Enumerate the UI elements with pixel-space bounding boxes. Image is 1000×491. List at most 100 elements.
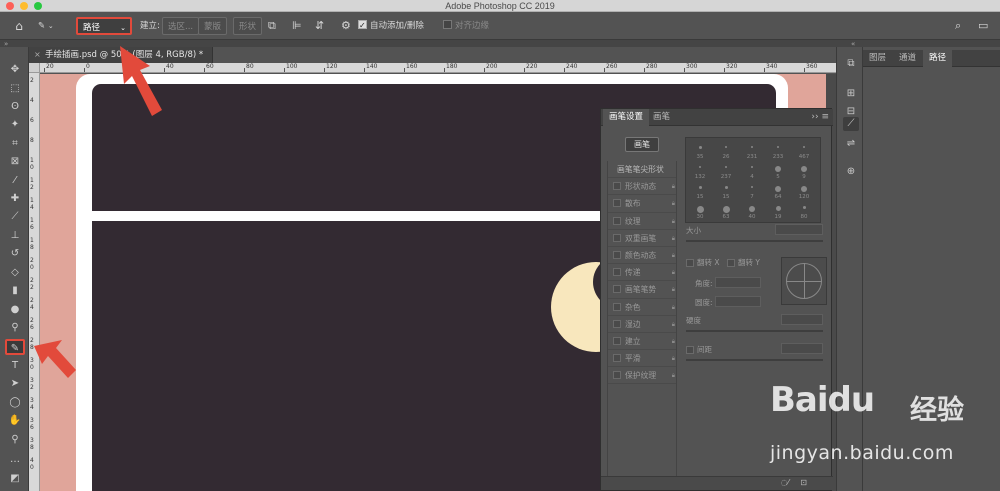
libraries-panel-icon[interactable]: ⊞ (843, 87, 859, 101)
ellipse-tool-icon[interactable]: ◯ (5, 395, 25, 411)
path-operations-icon[interactable]: ⧉ (268, 17, 276, 35)
path-arrangement-icon[interactable]: ⇵ (315, 17, 324, 35)
brush-option-item[interactable]: 颜色动态 🔒︎ (607, 247, 677, 265)
brush-tip-preview[interactable] (724, 186, 728, 189)
tab-brush-settings[interactable]: 画笔设置 (603, 109, 650, 126)
brush-tip-preview[interactable] (696, 206, 704, 213)
dodge-tool-icon[interactable]: ⚲ (5, 320, 25, 336)
auto-add-delete-checkbox[interactable]: 自动添加/删除 (358, 17, 424, 35)
tab-channels[interactable]: 通道 (893, 50, 922, 67)
brush-tip-preview[interactable] (777, 146, 779, 148)
brushes-button[interactable]: 画笔 (625, 137, 659, 152)
lock-icon[interactable]: 🔒︎ (672, 350, 675, 367)
properties-panel-icon[interactable]: ⇌ (843, 137, 859, 151)
brush-tip-preview[interactable] (751, 166, 753, 168)
brush-option-item[interactable]: 保护纹理 🔒︎ (607, 367, 677, 385)
eyedropper-tool-icon[interactable]: ⁄ (5, 173, 25, 189)
ruler-left[interactable]: 2 4 6 8 1 0 1 2 1 4 1 6 1 8 2 0 2 2 2 4 2 6 2 8 3 0 3 2… (29, 73, 40, 491)
lock-icon[interactable]: 🔒︎ (672, 333, 675, 350)
type-tool-icon[interactable]: T (5, 358, 25, 374)
hardness-input[interactable] (781, 314, 823, 325)
brush-tip-preview[interactable] (775, 166, 781, 172)
roundness-input[interactable] (715, 296, 761, 307)
brush-tip-preview[interactable] (698, 186, 702, 189)
path-selection-tool-icon[interactable]: ➤ (5, 376, 25, 392)
angle-roundness-dial[interactable] (781, 257, 827, 305)
make-selection-button[interactable]: 选区... (162, 17, 200, 35)
crop-tool-icon[interactable]: ⌗ (5, 136, 25, 152)
brush-option-item[interactable]: 平滑 🔒︎ (607, 350, 677, 368)
history-brush-tool-icon[interactable]: ↺ (5, 246, 25, 262)
brush-settings-panel-icon[interactable]: ⟋ (843, 117, 859, 131)
brush-tip-preview[interactable] (775, 206, 781, 211)
brush-tool-icon[interactable]: ⟋ (5, 209, 25, 225)
spacing-slider[interactable] (686, 359, 823, 361)
color-swatches-icon[interactable]: ◩ (5, 471, 25, 487)
pen-tool-icon[interactable]: ✎ (5, 339, 25, 355)
size-slider[interactable] (686, 240, 823, 242)
brush-tip-preview[interactable] (751, 186, 753, 188)
lock-icon[interactable]: 🔒︎ (672, 281, 675, 298)
move-tool-icon[interactable]: ✥ (5, 62, 25, 78)
home-icon[interactable]: ⌂ (10, 17, 28, 35)
workspace-icon[interactable]: ▭ (978, 17, 988, 35)
brush-option-item[interactable]: 画笔笔势 🔒︎ (607, 281, 677, 299)
brush-tip-preview[interactable] (698, 146, 702, 149)
magic-wand-tool-icon[interactable]: ✦ (5, 117, 25, 133)
size-input[interactable] (775, 224, 823, 235)
brush-option-item[interactable]: 湿边 🔒︎ (607, 316, 677, 333)
marquee-tool-icon[interactable]: ⬚ (5, 81, 25, 97)
panel-menu-icon[interactable]: ›› ≡ (811, 109, 829, 126)
clone-source-panel-icon[interactable]: ⊕ (843, 165, 859, 179)
gradient-tool-icon[interactable]: ▮ (5, 283, 25, 299)
brush-option-item[interactable]: 散布 🔒︎ (607, 195, 677, 213)
healing-brush-tool-icon[interactable]: ✚ (5, 191, 25, 207)
brush-tip-shape-item[interactable]: 画笔笔尖形状 (607, 161, 677, 179)
lock-icon[interactable]: 🔒︎ (672, 178, 675, 195)
flip-x-checkbox[interactable]: 翻转 X (686, 257, 720, 268)
frame-tool-icon[interactable]: ⊠ (5, 154, 25, 170)
brush-tip-preview[interactable] (801, 186, 807, 192)
document-tab[interactable]: × 手绘插画.psd @ 50% (图层 4, RGB/8) * (29, 47, 213, 63)
pen-mode-select[interactable]: 路径 ⌄ (76, 17, 132, 35)
lasso-tool-icon[interactable]: ʘ (5, 99, 25, 115)
angle-input[interactable] (715, 277, 761, 288)
tool-preset-picker[interactable]: ✎ ⌄ (38, 17, 68, 35)
spacing-input[interactable] (781, 343, 823, 354)
hand-tool-icon[interactable]: ✋ (5, 413, 25, 429)
tab-paths[interactable]: 路径 (923, 50, 953, 67)
make-mask-button[interactable]: 蒙版 (198, 17, 228, 35)
brush-tip-preview[interactable] (749, 206, 755, 212)
eraser-tool-icon[interactable]: ◇ (5, 265, 25, 281)
lock-icon[interactable]: 🔒︎ (672, 230, 675, 247)
brush-tip-preview[interactable] (775, 186, 781, 192)
brush-tip-preview[interactable] (725, 166, 727, 168)
flip-y-checkbox[interactable]: 翻转 Y (727, 257, 760, 268)
more-tools-icon[interactable]: … (5, 452, 25, 468)
close-icon[interactable]: × (34, 47, 41, 63)
tab-layers[interactable]: 图层 (863, 50, 892, 67)
brush-option-item[interactable]: 杂色 🔒︎ (607, 299, 677, 316)
brush-tip-preview[interactable] (801, 166, 807, 172)
lock-icon[interactable]: 🔒︎ (672, 316, 675, 333)
gear-icon[interactable]: ⚙ (341, 17, 351, 35)
search-icon[interactable]: ⌕ (955, 17, 961, 35)
brush-tip-preview[interactable] (722, 206, 730, 213)
ruler-origin[interactable] (29, 63, 40, 73)
blur-tool-icon[interactable]: ● (5, 302, 25, 318)
path-alignment-icon[interactable]: ⊫ (292, 17, 302, 35)
make-shape-button[interactable]: 形状 (233, 17, 263, 35)
brush-option-item[interactable]: 建立 🔒︎ (607, 333, 677, 351)
spacing-checkbox[interactable]: 间距 (686, 344, 712, 355)
lock-icon[interactable]: 🔒︎ (672, 247, 675, 264)
brush-tip-preview[interactable] (725, 146, 727, 148)
hardness-slider[interactable] (686, 330, 823, 332)
ruler-top[interactable]: 20 0 20 40 60 80 100 120 140 160 180 200 220 240 260 28… (40, 63, 854, 73)
brush-tip-preview[interactable] (751, 146, 753, 148)
lock-icon[interactable]: 🔒︎ (672, 367, 675, 384)
brush-option-item[interactable]: 纹理 🔒︎ (607, 213, 677, 230)
lock-icon[interactable]: 🔒︎ (672, 213, 675, 230)
align-edges-checkbox[interactable]: 对齐边缘 (443, 17, 489, 35)
zoom-tool-icon[interactable]: ⚲ (5, 432, 25, 448)
brush-tip-preview[interactable] (803, 146, 805, 148)
